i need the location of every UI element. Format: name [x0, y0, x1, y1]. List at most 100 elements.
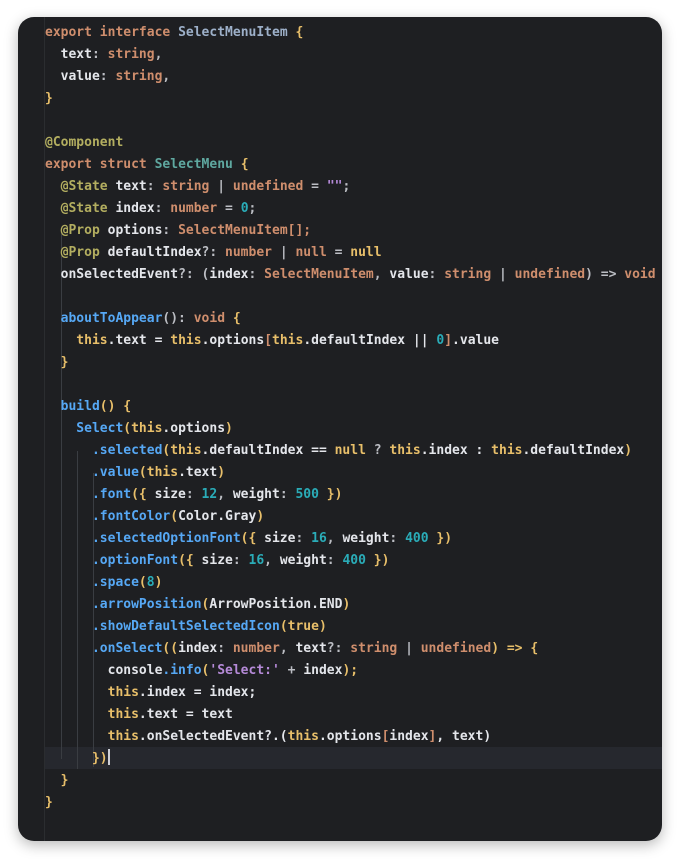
code-token: + [279, 663, 304, 678]
code-line: .space(8) [45, 572, 656, 594]
code-token: SelectMenuItem [178, 25, 288, 40]
code-line: .font({ size: 12, weight: 500 }) [45, 484, 656, 506]
code-token: weight [342, 531, 390, 546]
code-token: ArrowPosition.END [209, 597, 343, 612]
code-line: } [45, 770, 656, 792]
code-token: Select [45, 421, 124, 436]
code-token: ; [342, 179, 351, 194]
code-token: ) [225, 421, 233, 436]
code-line: this.onSelectedEvent?.(this.options[inde… [45, 726, 656, 748]
code-token: string [107, 47, 155, 62]
code-token: , [264, 553, 280, 568]
code-token: .selectedOptionFont [45, 531, 241, 546]
code-token: .text = [107, 333, 171, 348]
code-token: this [45, 707, 139, 722]
code-token: ?: ( [178, 267, 210, 282]
code-token: : [428, 267, 445, 282]
code-token: index [303, 663, 343, 678]
code-token: .defaultIndex [522, 443, 625, 458]
code-token: ?: [201, 245, 226, 260]
code-token: .font [45, 487, 132, 502]
code-token: text [115, 179, 147, 194]
code-token: this [272, 333, 304, 348]
code-token: , [279, 641, 296, 656]
code-token: interface [99, 25, 179, 40]
code-token: void [624, 267, 656, 282]
code-text-area[interactable]: export interface SelectMenuItem { text: … [45, 22, 656, 814]
code-token: ) [154, 575, 163, 590]
code-token: value [45, 69, 100, 84]
code-token: index [389, 729, 429, 744]
code-token: ) [624, 443, 633, 458]
code-line: this.text = this.options[this.defaultInd… [45, 330, 656, 352]
code-line: onSelectedEvent?: (index: SelectMenuItem… [45, 264, 656, 286]
code-token: .fontColor [45, 509, 171, 524]
code-token: : [232, 553, 249, 568]
text-cursor [107, 749, 110, 765]
code-token: index [178, 641, 218, 656]
code-token: .onSelect [45, 641, 163, 656]
code-line: @State text: string | undefined = ""; [45, 176, 656, 198]
code-token: : [185, 487, 202, 502]
code-token: ( [138, 575, 147, 590]
code-token: = [217, 201, 241, 216]
code-line: .value(this.text) [45, 462, 656, 484]
code-token: true [287, 619, 319, 634]
code-line: console.info('Select:' + index); [45, 660, 656, 682]
code-token: 12 [201, 487, 218, 502]
code-token: = [303, 179, 327, 194]
code-token: string [444, 267, 492, 282]
code-token: }) [428, 531, 453, 546]
code-token: } [45, 91, 53, 106]
code-line: .arrowPosition(ArrowPosition.END) [45, 594, 656, 616]
code-token: this [170, 333, 202, 348]
code-token: []; [287, 223, 312, 238]
code-token: string [115, 69, 163, 84]
code-token: () { [99, 399, 132, 414]
code-token: .options [201, 333, 265, 348]
code-token: null [334, 443, 366, 458]
code-line: .showDefaultSelectedIcon(true) [45, 616, 656, 638]
code-token: ) [318, 619, 327, 634]
code-token: , [217, 487, 233, 502]
code-token: SelectMenuItem [264, 267, 374, 282]
code-token: } [45, 355, 69, 370]
code-token: undefined [420, 641, 492, 656]
code-token: .optionFont [45, 553, 179, 568]
code-token: export [45, 157, 100, 172]
code-token: .onSelectedEvent?.( [138, 729, 288, 744]
code-token: , text) [436, 729, 492, 744]
code-line: build() { [45, 396, 656, 418]
code-token: .text = text [138, 707, 233, 722]
code-line: @Prop defaultIndex?: number | null = nul… [45, 242, 656, 264]
code-token: ) [217, 465, 226, 480]
code-token: aboutToAppear [45, 311, 163, 326]
code-token: Color.Gray [178, 509, 257, 524]
code-token: }) [45, 751, 108, 766]
code-token: .info [162, 663, 202, 678]
code-token: ({ [240, 531, 265, 546]
code-token: : [91, 47, 108, 62]
code-line: .onSelect((index: number, text?: string … [45, 638, 656, 660]
code-token: string [162, 179, 210, 194]
code-token: weight [232, 487, 280, 502]
code-token: : [389, 531, 406, 546]
code-token: ); [342, 663, 359, 678]
code-line: } [45, 792, 656, 814]
code-token: = [326, 245, 351, 260]
code-token: : [154, 201, 171, 216]
code-token: ( [123, 421, 132, 436]
code-token: : [217, 641, 233, 656]
code-line: @Component [45, 132, 656, 154]
code-token: .defaultIndex || [303, 333, 437, 348]
code-token: null [350, 245, 382, 260]
code-token: ( [170, 509, 179, 524]
code-token: | [209, 179, 233, 194]
code-token: .options [318, 729, 382, 744]
code-token: .index : [420, 443, 492, 458]
code-token: .options [162, 421, 226, 436]
code-line: this.text = text [45, 704, 656, 726]
code-token: .text [178, 465, 218, 480]
code-token: | [272, 245, 296, 260]
